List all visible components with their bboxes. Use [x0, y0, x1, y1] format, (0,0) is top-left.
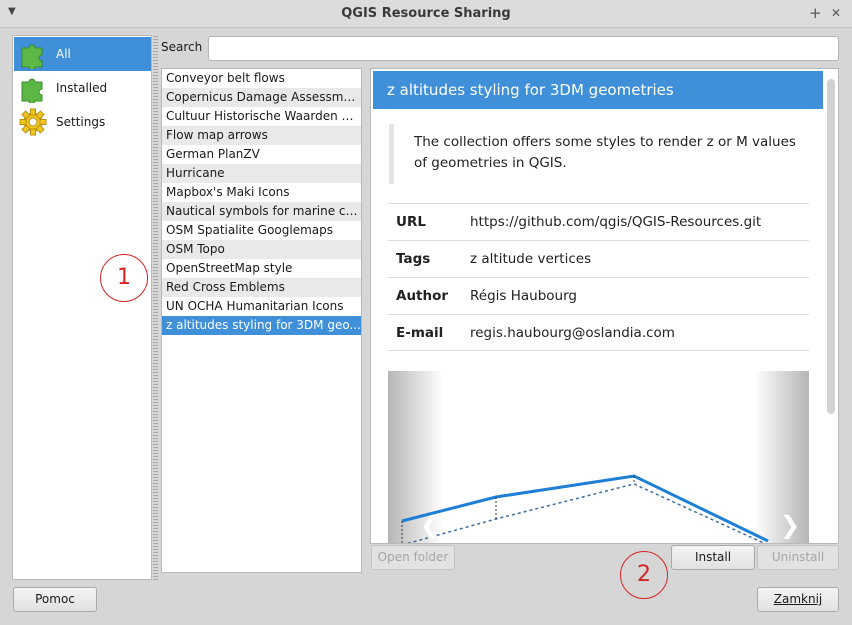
search-input[interactable] [208, 36, 839, 61]
sidebar-item-label: All [56, 47, 71, 61]
sidebar-item-installed[interactable]: Installed [14, 71, 151, 105]
annotation-marker-2: 2 [620, 551, 668, 599]
list-item[interactable]: Copernicus Damage Assessment [162, 88, 361, 107]
list-item[interactable]: OpenStreetMap style [162, 259, 361, 278]
list-item[interactable]: OSM Topo [162, 240, 361, 259]
list-item[interactable]: OSM Spatialite Googlemaps [162, 221, 361, 240]
maximize-icon[interactable]: + [809, 4, 822, 22]
collection-detail-panel: z altitudes styling for 3DM geometries T… [370, 68, 839, 544]
sidebar-item-settings[interactable]: Settings [14, 105, 151, 139]
install-button[interactable]: Install [671, 545, 755, 570]
meta-key: Tags [396, 251, 431, 267]
open-folder-button[interactable]: Open folder [371, 545, 455, 570]
list-item[interactable]: German PlanZV [162, 145, 361, 164]
window-title: QGIS Resource Sharing [341, 6, 511, 21]
sidebar-item-all[interactable]: All [14, 37, 151, 71]
meta-key: Author [396, 288, 449, 304]
carousel-prev-icon[interactable]: ❮ [420, 511, 440, 539]
list-item[interactable]: Flow map arrows [162, 126, 361, 145]
meta-row-tags: Tags z altitude vertices [388, 240, 809, 277]
meta-value: Régis Haubourg [470, 288, 577, 304]
preview-carousel: ❮ ❯ [388, 371, 809, 543]
sidebar-item-label: Installed [56, 81, 108, 95]
meta-key: E-mail [396, 324, 444, 341]
collection-title: z altitudes styling for 3DM geometries [373, 71, 823, 109]
list-item[interactable]: z altitudes styling for 3DM geo... [162, 316, 361, 335]
splitter-handle[interactable] [153, 35, 158, 580]
uninstall-button[interactable]: Uninstall [757, 545, 839, 570]
collection-description: The collection offers some styles to ren… [389, 124, 809, 184]
puzzle-icon [21, 44, 43, 69]
carousel-next-icon[interactable]: ❯ [780, 511, 800, 539]
meta-value[interactable]: https://github.com/qgis/QGIS-Resources.g… [462, 214, 761, 230]
gear-icon [19, 108, 47, 136]
list-item[interactable]: Cultuur Historische Waarden Ka... [162, 107, 361, 126]
category-sidebar: All Installed Settings [12, 35, 152, 580]
preview-image [401, 474, 769, 543]
list-item[interactable]: UN OCHA Humanitarian Icons [162, 297, 361, 316]
puzzle-icon [21, 78, 43, 103]
meta-key: URL [396, 214, 426, 230]
search-label: Search [161, 40, 203, 54]
meta-row-email: E-mail regis.haubourg@oslandia.com [388, 314, 809, 351]
help-button[interactable]: Pomoc [13, 587, 97, 612]
list-item[interactable]: Hurricane [162, 164, 361, 183]
list-item[interactable]: Nautical symbols for marine cha... [162, 202, 361, 221]
meta-row-author: Author Régis Haubourg [388, 277, 809, 314]
sidebar-item-label: Settings [56, 115, 106, 129]
close-button[interactable]: Zamknij [757, 587, 839, 612]
list-item[interactable]: Red Cross Emblems [162, 278, 361, 297]
annotation-marker-1: 1 [100, 254, 148, 302]
list-item[interactable]: Mapbox's Maki Icons [162, 183, 361, 202]
collection-list: Conveyor belt flows Copernicus Damage Ass… [161, 68, 362, 573]
meta-value[interactable]: regis.haubourg@oslandia.com [462, 325, 675, 341]
list-item[interactable]: Conveyor belt flows [162, 69, 361, 88]
title-bar: ▼ QGIS Resource Sharing + ✕ [0, 0, 852, 28]
close-window-icon[interactable]: ✕ [831, 6, 841, 20]
detail-scrollbar[interactable] [827, 79, 835, 414]
meta-row-url: URL https://github.com/qgis/QGIS-Resourc… [388, 203, 809, 240]
meta-value: z altitude vertices [470, 251, 592, 267]
